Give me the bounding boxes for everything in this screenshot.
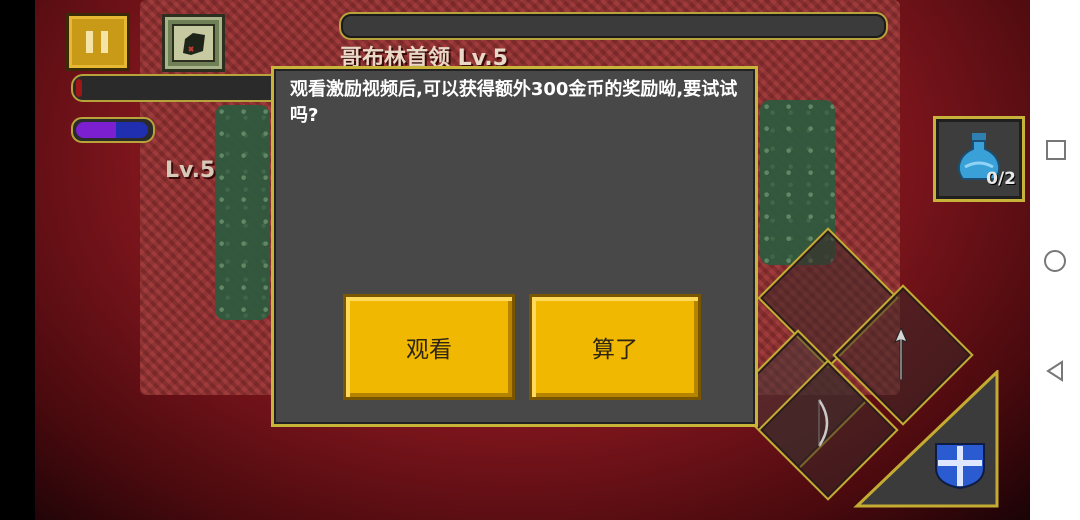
- potion-count: 0/2: [986, 169, 1016, 189]
- pause-button[interactable]: [66, 13, 130, 71]
- bush-left: [215, 105, 270, 320]
- map-scroll-icon: [172, 24, 215, 62]
- bow-icon: [817, 399, 829, 447]
- game-scene: 哥布林首领 Lv.5 Lv.5 0/2 观看激励视频后,可以获得额外300金币的…: [0, 0, 1030, 520]
- boss-health-bar: [339, 12, 888, 40]
- player-mana-bar: [71, 117, 155, 143]
- recent-apps-icon[interactable]: [1046, 140, 1066, 160]
- map-button[interactable]: [162, 14, 225, 72]
- cancel-button[interactable]: 算了: [529, 294, 701, 400]
- player-level: Lv.5: [165, 158, 216, 183]
- watch-video-button[interactable]: 观看: [343, 294, 515, 400]
- back-icon[interactable]: [1046, 360, 1064, 382]
- left-letterbox: [0, 0, 35, 520]
- reward-dialog: 观看激励视频后,可以获得额外300金币的奖励呦,要试试吗? 观看 算了: [271, 66, 758, 427]
- shield-icon: [935, 443, 985, 490]
- home-icon[interactable]: [1044, 250, 1066, 272]
- potion-button[interactable]: 0/2: [933, 116, 1025, 202]
- dialog-message: 观看激励视频后,可以获得额外300金币的奖励呦,要试试吗?: [290, 79, 738, 126]
